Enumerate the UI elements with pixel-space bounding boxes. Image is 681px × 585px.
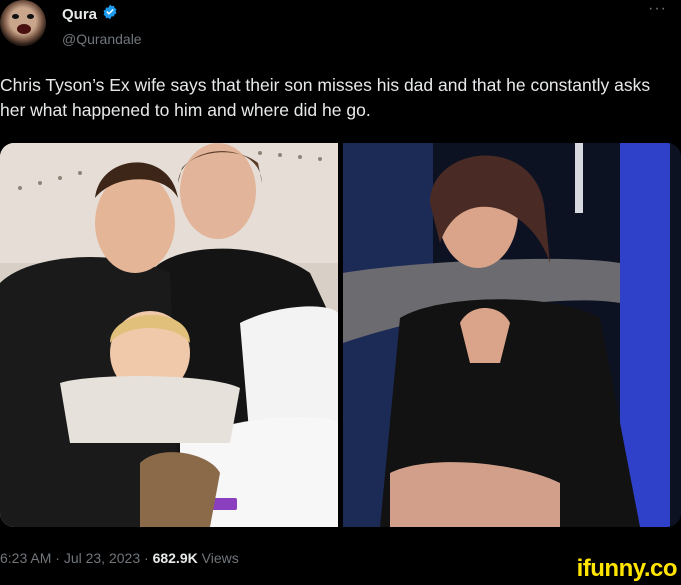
views-count: 682.9K <box>152 550 198 566</box>
author-handle[interactable]: @Qurandale <box>62 31 142 47</box>
meta-separator: · <box>51 550 64 566</box>
verified-badge-icon <box>102 4 118 25</box>
author-name[interactable]: Qura <box>62 6 97 23</box>
avatar-eye <box>12 14 19 19</box>
author-avatar[interactable] <box>0 0 46 46</box>
ifunny-watermark: ifunny.co <box>576 555 678 582</box>
tweet-date[interactable]: Jul 23, 2023 <box>64 550 140 566</box>
more-options-icon[interactable]: ··· <box>648 0 667 18</box>
right-photo <box>343 143 681 527</box>
author-name-row[interactable]: Qura <box>62 4 118 25</box>
left-photo <box>0 143 338 527</box>
tweet-time[interactable]: 6:23 AM <box>0 550 51 566</box>
meta-separator: · <box>140 550 153 566</box>
media-photos <box>0 143 681 527</box>
views-label: Views <box>197 550 239 566</box>
tweet-text: Chris Tyson’s Ex wife says that their so… <box>0 75 651 120</box>
tweet-media[interactable] <box>0 143 681 527</box>
tweet-meta: 6:23 AM · Jul 23, 2023 · 682.9K Views <box>0 550 239 566</box>
avatar-mouth <box>17 24 31 34</box>
avatar-eye <box>27 14 34 19</box>
